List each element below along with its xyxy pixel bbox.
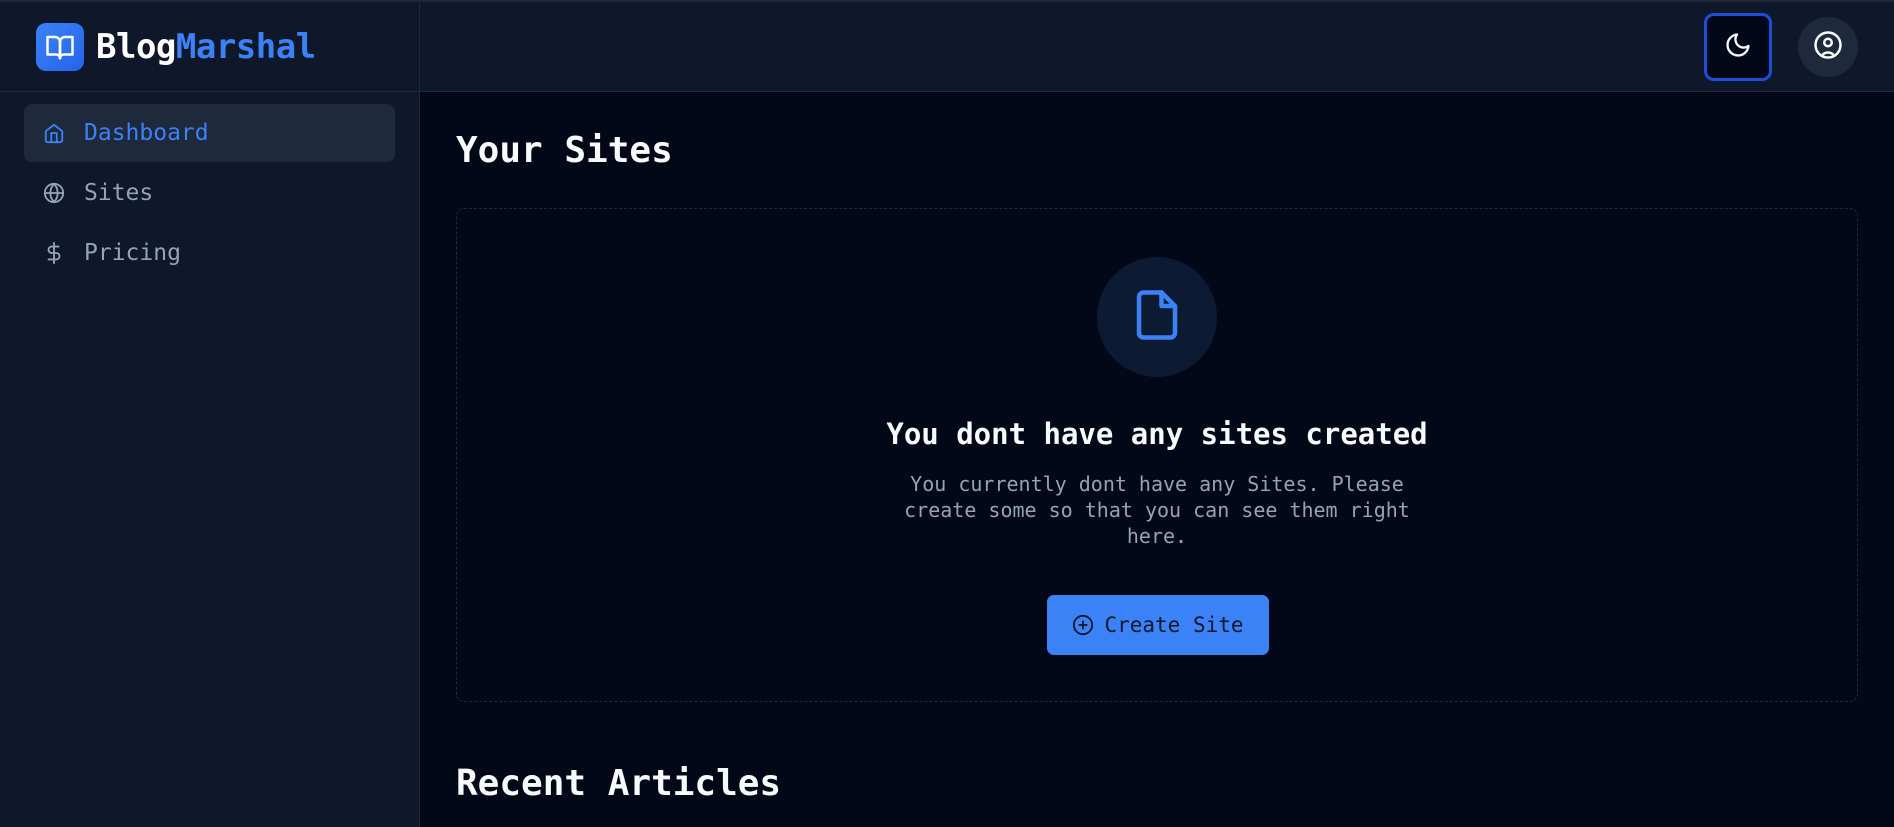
sidebar-item-label: Pricing <box>84 240 181 266</box>
sidebar-item-label: Dashboard <box>84 120 209 146</box>
sidebar: BlogMarshal Dashboard Sites Pricing <box>0 2 420 827</box>
section-title-recent-articles: Recent Articles <box>456 763 782 804</box>
dollar-icon <box>42 241 66 265</box>
brand-name-part1: Blog <box>96 26 176 67</box>
brand[interactable]: BlogMarshal <box>0 2 419 92</box>
globe-icon <box>42 181 66 205</box>
main-content: Your Sites You dont have any sites creat… <box>420 92 1894 827</box>
sidebar-item-label: Sites <box>84 180 154 206</box>
theme-toggle-button[interactable] <box>1704 13 1772 81</box>
user-circle-icon <box>1813 30 1843 64</box>
page-title: Your Sites <box>456 130 673 171</box>
sidebar-item-dashboard[interactable]: Dashboard <box>24 104 395 162</box>
empty-state-description: You currently dont have any Sites. Pleas… <box>904 472 1410 548</box>
empty-state-icon-badge <box>1097 257 1217 377</box>
create-site-label: Create Site <box>1104 613 1244 637</box>
empty-state-card: You dont have any sites created You curr… <box>456 208 1858 702</box>
sidebar-item-sites[interactable]: Sites <box>24 164 395 222</box>
brand-name-part2: Marshal <box>175 26 316 67</box>
top-header <box>420 2 1894 92</box>
app-window: BlogMarshal Dashboard Sites Pricing Your… <box>0 0 1894 827</box>
user-menu-button[interactable] <box>1798 17 1858 77</box>
home-icon <box>42 121 66 145</box>
create-site-button[interactable]: Create Site <box>1047 595 1269 655</box>
sidebar-item-pricing[interactable]: Pricing <box>24 224 395 282</box>
brand-name: BlogMarshal <box>96 27 316 67</box>
file-icon <box>1130 288 1184 346</box>
sidebar-nav: Dashboard Sites Pricing <box>0 92 419 296</box>
book-open-icon <box>36 22 84 71</box>
plus-circle-icon <box>1072 614 1094 636</box>
moon-icon <box>1724 31 1752 63</box>
empty-state-title: You dont have any sites created <box>886 417 1428 451</box>
